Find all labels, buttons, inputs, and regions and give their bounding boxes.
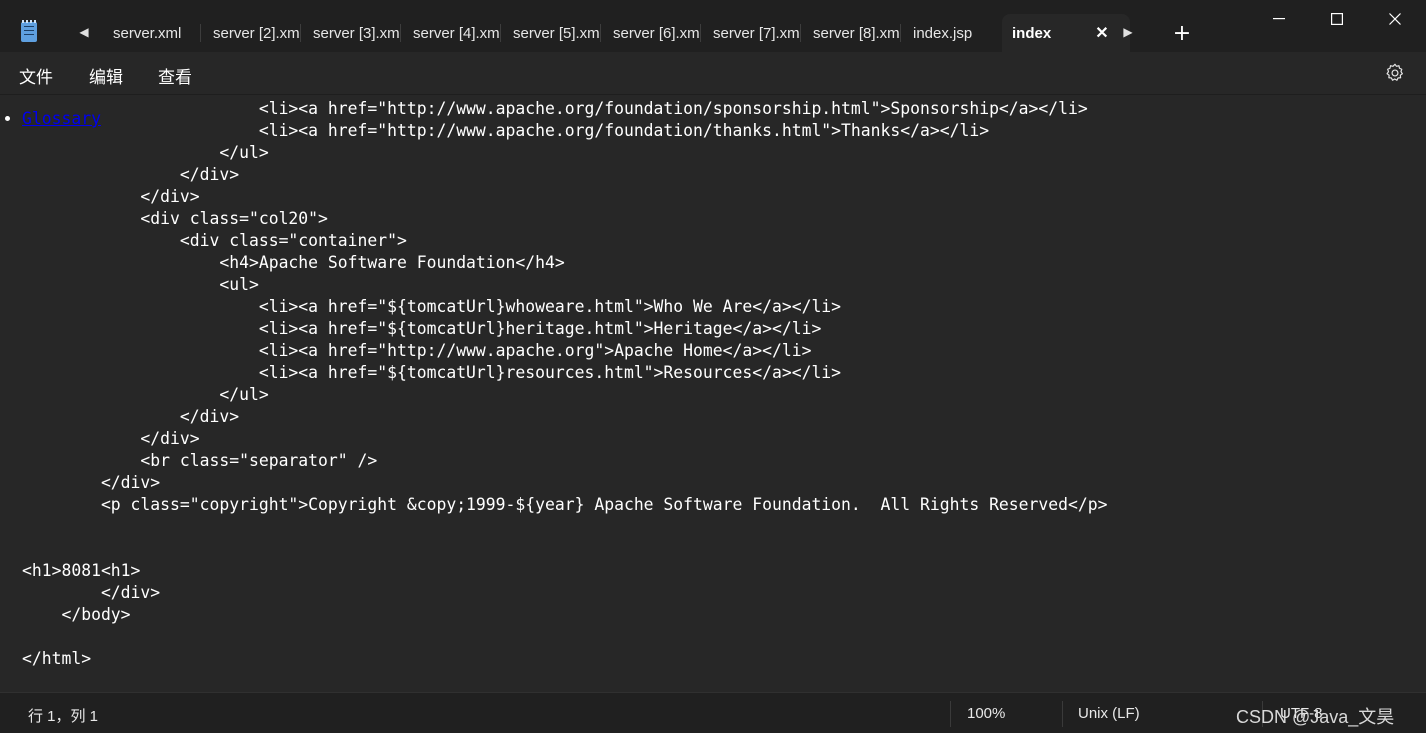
- code-line: </div>: [22, 165, 240, 184]
- add-tab-icon[interactable]: +: [1166, 17, 1198, 49]
- tab-index-jsp[interactable]: index.jsp: [901, 14, 1001, 52]
- tab-index-active[interactable]: index ✕: [1002, 14, 1130, 52]
- code-line: <li><a href="${tomcatUrl}whoweare.html">…: [22, 297, 842, 316]
- menu-view[interactable]: 查看: [158, 63, 192, 88]
- tab-server-8-xml[interactable]: server [8].xml: [801, 14, 901, 52]
- code-line: </ul>: [22, 143, 269, 162]
- tab-server-6-xml[interactable]: server [6].xml: [601, 14, 701, 52]
- tab-label: server [3].xml: [313, 24, 401, 42]
- code-line: </div>: [22, 473, 161, 492]
- code-line: <br class="separator" />: [22, 451, 378, 470]
- code-line: </div>: [22, 429, 200, 448]
- maximize-icon[interactable]: [1308, 0, 1366, 38]
- code-line: <li><a href="http://www.apache.org/found…: [22, 99, 1088, 118]
- tab-bar: ◀ server.xml server [2].xml server [3].x…: [0, 0, 1426, 52]
- code-line: <h1>8081<h1>: [22, 561, 141, 580]
- settings-gear-icon[interactable]: [1384, 62, 1406, 84]
- code-line: <p class="copyright">Copyright &copy;199…: [22, 495, 1108, 514]
- line-ending[interactable]: Unix (LF): [1078, 705, 1140, 722]
- code-line: </html>: [22, 649, 92, 668]
- status-divider: [950, 701, 951, 727]
- code-line: <div class="col20">: [22, 209, 328, 228]
- tab-label: server [2].xml: [213, 24, 301, 42]
- watermark-text: CSDN @Java_文昊: [1236, 707, 1395, 727]
- code-line: </div>: [22, 583, 161, 602]
- tab-label: server [5].xml: [513, 24, 601, 42]
- tab-label: server [7].xml: [713, 24, 801, 42]
- scroll-tabs-right-icon[interactable]: ▶: [1112, 14, 1144, 50]
- code-line: <h4>Apache Software Foundation</h4>: [22, 253, 565, 272]
- code-line: <li><a href="${tomcatUrl}heritage.html">…: [22, 319, 822, 338]
- tab-label: server [6].xml: [613, 24, 701, 42]
- code-line: </div>: [22, 407, 240, 426]
- tab-label: index: [1012, 24, 1052, 42]
- code-line: <ul>: [22, 275, 259, 294]
- status-divider: [1062, 701, 1063, 727]
- menu-bar: 文件 编辑 查看: [0, 52, 1426, 95]
- minimize-icon[interactable]: [1250, 0, 1308, 38]
- code-line: <li><a href="${tomcatUrl}resources.html"…: [22, 363, 842, 382]
- status-bar: 行 1，列 1 100% Unix (LF) UTF-8 CSDN @Java_…: [0, 692, 1426, 733]
- tab-server-3-xml[interactable]: server [3].xml: [301, 14, 401, 52]
- text-editor[interactable]: Glossary <li><a href="http://www.apache.…: [0, 95, 1426, 691]
- scroll-tabs-left-icon[interactable]: ◀: [68, 14, 100, 50]
- code-line: <li><a href="http://www.apache.org">Apac…: [22, 341, 812, 360]
- code-line: <li><a href="http://www.apache.org/found…: [22, 121, 990, 140]
- cursor-position: 行 1，列 1: [28, 708, 99, 725]
- zoom-level[interactable]: 100%: [967, 705, 1005, 722]
- notepad-window: ◀ server.xml server [2].xml server [3].x…: [0, 0, 1426, 733]
- tab-server-2-xml[interactable]: server [2].xml: [201, 14, 301, 52]
- close-window-icon[interactable]: [1366, 0, 1424, 38]
- menu-file[interactable]: 文件: [19, 63, 53, 88]
- tab-server-xml[interactable]: server.xml: [101, 14, 201, 52]
- notepad-app-icon: [21, 20, 37, 42]
- code-line: <div class="container">: [22, 231, 407, 250]
- tab-label: server [8].xml: [813, 24, 901, 42]
- close-tab-icon[interactable]: ✕: [1092, 23, 1112, 43]
- code-line: </div>: [22, 187, 200, 206]
- tab-server-5-xml[interactable]: server [5].xml: [501, 14, 601, 52]
- code-line: </ul>: [22, 385, 269, 404]
- tab-server-4-xml[interactable]: server [4].xml: [401, 14, 501, 52]
- menu-edit[interactable]: 编辑: [89, 63, 123, 88]
- tab-label: server.xml: [113, 24, 182, 42]
- tab-label: index.jsp: [913, 24, 973, 42]
- code-line: </body>: [22, 605, 131, 624]
- tab-server-7-xml[interactable]: server [7].xml: [701, 14, 801, 52]
- tab-label: server [4].xml: [413, 24, 501, 42]
